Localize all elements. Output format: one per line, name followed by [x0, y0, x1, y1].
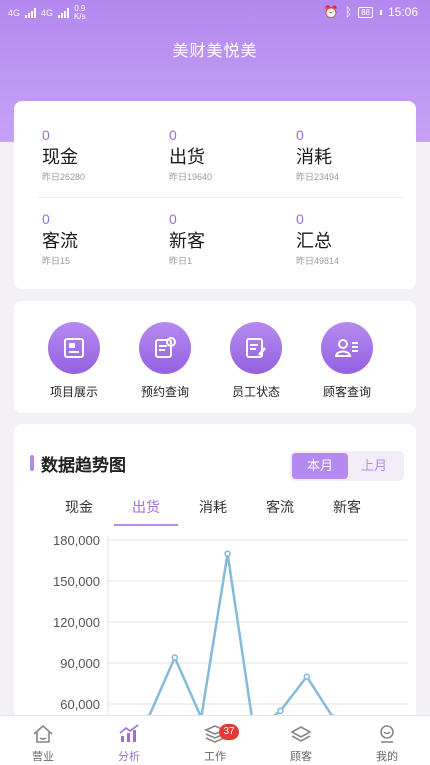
status-left: 4G 4G 0.9 K/s	[8, 5, 86, 21]
battery-level: 88	[361, 7, 370, 17]
tab-label: 我的	[376, 751, 398, 763]
staff-status-icon	[230, 322, 282, 374]
stat-yesterday: 昨日49814	[296, 256, 340, 266]
stat-name: 现金	[42, 147, 78, 167]
signal-icon-2	[58, 8, 70, 18]
stat-summary[interactable]: 0 汇总 昨日49814	[296, 211, 416, 267]
action-label: 预约查询	[140, 385, 189, 399]
stat-name: 汇总	[296, 231, 332, 251]
work-icon	[172, 722, 258, 746]
tab-customer[interactable]: 顾客	[258, 722, 344, 764]
series-line	[133, 552, 335, 724]
data-point[interactable]	[224, 550, 231, 557]
stat-yesterday: 昨日23494	[296, 172, 340, 182]
stat-name: 客流	[42, 231, 78, 251]
tab-label: 工作	[204, 751, 226, 763]
action-label: 项目展示	[49, 385, 98, 399]
data-point[interactable]	[303, 673, 311, 680]
action-customer-search[interactable]: 顾客查询	[307, 322, 387, 400]
data-point[interactable]	[277, 707, 284, 715]
stat-yesterday: 昨日26280	[42, 172, 86, 182]
home-icon	[0, 722, 86, 746]
stat-name: 新客	[169, 231, 205, 251]
tab-label: 分析	[118, 751, 140, 763]
network-speed-unit: K/s	[74, 12, 86, 21]
trend-chart-card: 数据趋势图 本月 上月 现金 出货 消耗 客流 新客 180,000 150,00…	[14, 424, 416, 724]
stat-name: 出货	[169, 147, 205, 167]
stat-shipment[interactable]: 0 出货 昨日19640	[169, 127, 289, 183]
stat-new-customers[interactable]: 0 新客 昨日1	[169, 211, 289, 267]
tab-analysis[interactable]: 分析	[86, 722, 172, 764]
status-right: ⏰ ᛒ 88 15:06	[324, 5, 418, 19]
signal-icon	[25, 8, 37, 18]
stat-traffic[interactable]: 0 客流 昨日15	[42, 211, 162, 267]
bluetooth-icon: ᛒ	[344, 5, 353, 19]
app-title: 美财美悦美	[172, 43, 258, 60]
y-tick-label: 90,000	[60, 656, 100, 671]
tab-business[interactable]: 营业	[0, 722, 86, 764]
stat-value: 0	[169, 211, 177, 227]
stat-value: 0	[169, 127, 177, 143]
y-tick-label: 180,000	[53, 533, 100, 548]
stat-value: 0	[296, 211, 304, 227]
stats-card: 0 现金 昨日26280 0 出货 昨日19640 0 消耗 昨日23494 0…	[14, 101, 416, 289]
stats-divider	[38, 197, 404, 198]
tab-label: 顾客	[290, 751, 312, 763]
project-icon	[48, 322, 100, 374]
work-badge: 37	[219, 724, 239, 740]
stat-value: 0	[296, 127, 304, 143]
y-tick-label: 120,000	[53, 615, 100, 630]
stat-consumption[interactable]: 0 消耗 昨日23494	[296, 127, 416, 183]
appointment-search-icon	[139, 322, 191, 374]
bottom-tab-bar: 营业 分析 37 工作 顾客 我的	[0, 715, 430, 765]
stat-cash[interactable]: 0 现金 昨日26280	[42, 127, 162, 183]
stat-yesterday: 昨日15	[42, 256, 71, 266]
tab-mine[interactable]: 我的	[344, 722, 430, 764]
action-appointment-search[interactable]: 预约查询	[125, 322, 205, 400]
tab-label: 营业	[32, 751, 54, 763]
quick-actions-card: 项目展示 预约查询 员工状态 顾客查询	[14, 301, 416, 413]
stat-name: 消耗	[296, 147, 332, 167]
action-label: 员工状态	[231, 385, 280, 399]
stat-yesterday: 昨日1	[169, 256, 193, 266]
data-point[interactable]	[171, 654, 179, 661]
analysis-icon	[86, 722, 172, 746]
stat-value: 0	[42, 127, 50, 143]
battery-tip	[379, 9, 382, 15]
network-speed: 0.9 K/s	[74, 5, 86, 21]
stat-value: 0	[42, 211, 50, 227]
alarm-icon: ⏰	[323, 5, 339, 19]
action-label: 顾客查询	[322, 385, 371, 399]
network-type-1: 4G	[8, 7, 21, 18]
y-tick-label: 60,000	[60, 697, 100, 712]
trend-line-chart: 180,000 150,000 120,000 90,000 60,000	[53, 533, 408, 724]
clock: 15:06	[387, 5, 418, 19]
customer-icon	[258, 722, 344, 746]
action-project-display[interactable]: 项目展示	[34, 322, 114, 400]
action-staff-status[interactable]: 员工状态	[216, 322, 296, 400]
network-type-2: 4G	[41, 7, 54, 18]
tab-work[interactable]: 37 工作	[172, 722, 258, 764]
customer-search-icon	[321, 322, 373, 374]
profile-icon	[344, 722, 430, 746]
y-tick-label: 150,000	[53, 574, 100, 589]
status-bar: 4G 4G 0.9 K/s ⏰ ᛒ 88 15:06	[0, 0, 430, 26]
stat-yesterday: 昨日19640	[169, 172, 213, 182]
battery-icon: 88	[358, 6, 373, 18]
